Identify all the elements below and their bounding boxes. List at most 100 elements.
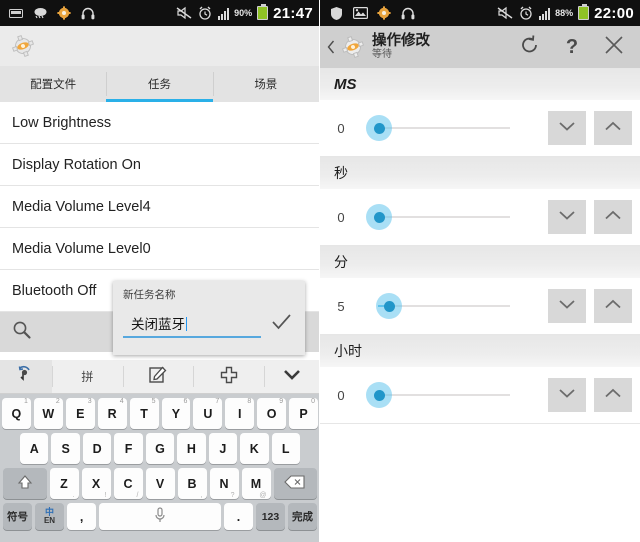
tab-profiles[interactable]: 配置文件 <box>0 66 106 102</box>
new-task-name-dialog: 新任务名称 关闭蓝牙 <box>113 281 305 355</box>
key-t[interactable]: 5T <box>129 398 159 429</box>
key-y[interactable]: 6Y <box>161 398 191 429</box>
key-e[interactable]: 3E <box>65 398 95 429</box>
tab-bar[interactable]: 配置文件 任务 场景 <box>0 66 319 102</box>
slider-thumb[interactable] <box>373 389 385 401</box>
increment-button[interactable] <box>594 378 632 412</box>
done-key[interactable]: 完成 <box>287 503 317 530</box>
decrement-button[interactable] <box>548 200 586 234</box>
reset-button[interactable] <box>518 34 542 59</box>
key-label: S <box>61 441 70 456</box>
key-label: I <box>238 406 242 421</box>
key-z[interactable]: Z. <box>49 468 79 499</box>
slider-seconds[interactable] <box>362 204 538 230</box>
close-icon <box>603 34 625 61</box>
chevron-left-icon[interactable] <box>324 40 338 54</box>
key-m[interactable]: M @ <box>241 468 271 499</box>
key-d[interactable]: D <box>82 433 112 464</box>
decrement-button[interactable] <box>548 289 586 323</box>
key-p[interactable]: 0P <box>289 398 319 429</box>
key-c[interactable]: C / <box>113 468 143 499</box>
value-label: 0 <box>337 387 345 403</box>
slider-hours[interactable] <box>362 382 538 408</box>
key-n[interactable]: N? <box>209 468 239 499</box>
status-right-icons: 88% 22:00 <box>497 4 634 22</box>
slider-thumb[interactable] <box>373 122 385 134</box>
slider-ms[interactable] <box>362 115 538 141</box>
key-h[interactable]: H <box>177 433 206 464</box>
key-s[interactable]: S <box>51 433 80 464</box>
decrement-button[interactable] <box>548 378 586 412</box>
steppers <box>548 289 632 323</box>
key-f[interactable]: F <box>114 433 143 464</box>
language-toggle-key[interactable]: 中 EN <box>35 503 65 530</box>
keyboard-row-2: A S D F G H J K L <box>2 433 318 464</box>
key-j[interactable]: J <box>208 433 238 464</box>
key-hint-secondary: , <box>200 492 203 499</box>
list-item[interactable]: Media Volume Level4 <box>0 186 319 228</box>
hide-keyboard-button[interactable] <box>264 360 319 393</box>
add-button[interactable] <box>193 360 264 393</box>
chevron-down-icon <box>557 119 577 137</box>
headphones-icon <box>400 5 416 21</box>
key-q[interactable]: 1Q <box>1 398 31 429</box>
key-b[interactable]: B, <box>177 468 207 499</box>
numbers-key[interactable]: 123 <box>255 503 285 530</box>
tab-scenes-label: 场景 <box>254 79 278 91</box>
key-label: A <box>29 441 39 456</box>
slider-thumb[interactable] <box>383 300 395 312</box>
symbols-key[interactable]: 符号 <box>3 503 33 530</box>
increment-button[interactable] <box>594 111 632 145</box>
backspace-key[interactable] <box>273 468 317 499</box>
list-item[interactable]: Media Volume Level0 <box>0 228 319 270</box>
battery-percent-label: 88% <box>555 8 574 18</box>
status-clock: 21:47 <box>273 4 313 22</box>
key-a[interactable]: A <box>20 433 49 464</box>
slider-thumb[interactable] <box>373 211 385 223</box>
key-i[interactable]: 8I <box>225 398 255 429</box>
confirm-button[interactable] <box>267 308 295 336</box>
key-g[interactable]: G <box>145 433 175 464</box>
increment-button[interactable] <box>594 289 632 323</box>
comma-key[interactable]: , <box>67 503 97 530</box>
tab-scenes[interactable]: 场景 <box>212 66 319 102</box>
chevron-down-icon <box>557 297 577 315</box>
key-k[interactable]: K <box>240 433 269 464</box>
keyboard-rows: 1Q 2W 3E 4R 5T 6Y 7U 8I 9O 0P A S D F G <box>0 394 319 533</box>
task-name-value: 关闭蓝牙 <box>131 317 185 332</box>
key-x[interactable]: X! <box>81 468 111 499</box>
close-button[interactable] <box>602 35 626 59</box>
list-item[interactable]: Display Rotation On <box>0 144 319 186</box>
key-hint-secondary: . <box>72 492 75 499</box>
shift-key[interactable] <box>3 468 47 499</box>
task-name-input[interactable]: 关闭蓝牙 <box>123 311 261 338</box>
key-v[interactable]: V <box>145 468 175 499</box>
tab-tasks[interactable]: 任务 <box>106 66 213 102</box>
key-r[interactable]: 4R <box>97 398 127 429</box>
list-item[interactable]: Low Brightness <box>0 102 319 144</box>
key-o[interactable]: 9O <box>257 398 287 429</box>
key-u[interactable]: 7U <box>193 398 223 429</box>
help-button[interactable]: ? <box>560 35 584 59</box>
space-key[interactable] <box>99 503 221 530</box>
backspace-icon <box>284 475 306 492</box>
section-ms: MS 0 <box>320 68 640 156</box>
slider-minutes[interactable] <box>362 293 538 319</box>
search-icon[interactable] <box>12 320 32 345</box>
decrement-button[interactable] <box>548 111 586 145</box>
task-name-input-wrap[interactable]: 关闭蓝牙 <box>123 311 261 338</box>
page-title: 操作修改 <box>372 32 430 49</box>
section-row: 0 <box>320 189 640 245</box>
key-hint: 4 <box>119 398 124 405</box>
period-key[interactable]: . <box>223 503 253 530</box>
edit-button[interactable] <box>122 360 194 393</box>
mic-icon <box>154 506 166 527</box>
pinyin-mode-button[interactable]: 拼 <box>52 360 123 393</box>
handwriting-mode-button[interactable] <box>0 360 52 393</box>
key-label: U <box>203 406 213 421</box>
keyboard-row-4: 符号 中 EN , . 123 完成 <box>2 503 318 530</box>
key-w[interactable]: 2W <box>33 398 63 429</box>
increment-button[interactable] <box>594 200 632 234</box>
key-l[interactable]: L <box>271 433 300 464</box>
dual-screenshot: 90% 21:47 配置文件 任务 场景 Low Brightness Disp… <box>0 0 640 542</box>
